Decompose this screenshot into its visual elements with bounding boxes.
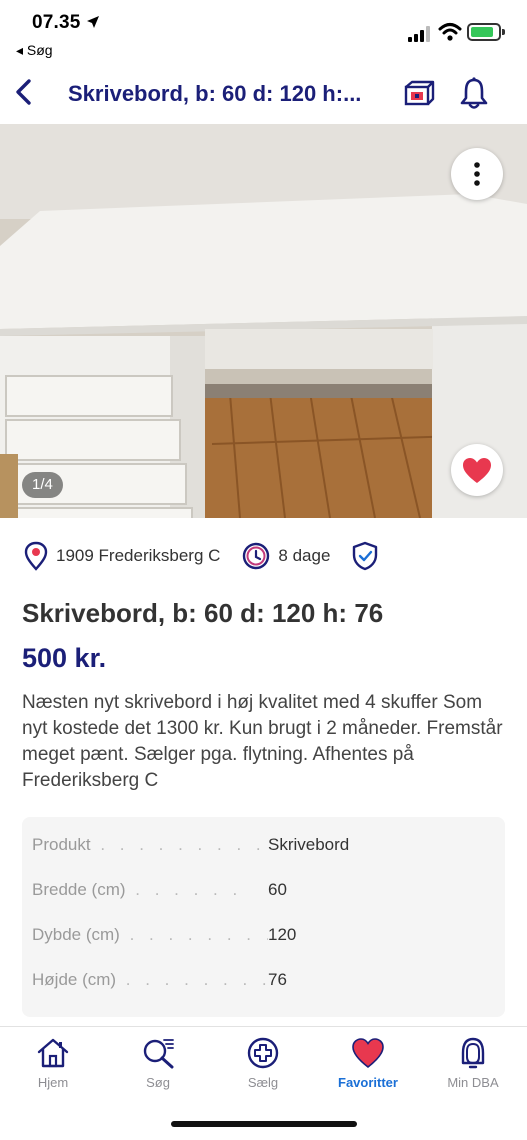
age-info: 8 dage bbox=[242, 542, 330, 570]
clock-icon bbox=[243, 542, 270, 570]
plus-circle-icon bbox=[247, 1037, 279, 1069]
product-image-gallery[interactable]: 1/4 bbox=[0, 124, 527, 518]
heart-icon bbox=[352, 1038, 384, 1069]
image-counter: 1/4 bbox=[22, 472, 63, 498]
page-title: Skrivebord, b: 60 d: 120 h:... bbox=[68, 81, 362, 106]
spec-label-wrap: Bredde (cm) . . . . . . bbox=[32, 880, 243, 899]
listing-price: 500 kr. bbox=[22, 643, 107, 673]
tab-label: Min DBA bbox=[447, 1075, 499, 1090]
spec-label: Bredde (cm) bbox=[32, 880, 126, 899]
spec-row: Bredde (cm) . . . . . . 60 bbox=[32, 880, 495, 925]
spec-label-wrap: Højde (cm) . . . . . . . . bbox=[32, 970, 268, 989]
shield-check-icon bbox=[353, 541, 378, 571]
more-vertical-icon bbox=[474, 162, 480, 186]
spec-row: Højde (cm) . . . . . . . . 76 bbox=[32, 970, 495, 1015]
tab-favoritter[interactable]: Favoritter bbox=[323, 1037, 413, 1090]
search-icon bbox=[143, 1039, 174, 1069]
tab-label: Søg bbox=[146, 1075, 170, 1090]
tab-label: Favoritter bbox=[338, 1075, 398, 1090]
home-indicator[interactable] bbox=[171, 1121, 357, 1127]
tab-saelg[interactable]: Sælg bbox=[218, 1037, 308, 1090]
spec-label: Produkt bbox=[32, 835, 91, 854]
listing-title: Skrivebord, b: 60 d: 120 h: 76 bbox=[22, 598, 384, 628]
verified-info[interactable] bbox=[352, 541, 386, 571]
location-text: 1909 Frederiksberg C bbox=[56, 546, 221, 565]
status-time-text: 07.35 bbox=[32, 12, 81, 33]
top-navigation-bar: Skrivebord, b: 60 d: 120 h:... bbox=[0, 62, 527, 124]
product-photo bbox=[0, 124, 527, 518]
location-arrow-icon bbox=[87, 16, 100, 28]
status-bar: 07.35 ◂ Søg bbox=[0, 0, 527, 62]
spec-value: 120 bbox=[268, 925, 297, 944]
listing-description: Næsten nyt skrivebord i høj kvalitet med… bbox=[22, 692, 503, 791]
heart-icon bbox=[463, 457, 491, 483]
location-info: 1909 Frederiksberg C bbox=[24, 541, 220, 571]
favorite-button[interactable] bbox=[451, 444, 503, 496]
listing-meta-row: 1909 Frederiksberg C 8 dage bbox=[24, 537, 504, 575]
specifications-table: Produkt . . . . . . . . . . Skrivebord B… bbox=[22, 817, 505, 1017]
spec-label-wrap: Produkt . . . . . . . . . . bbox=[32, 835, 268, 854]
spec-label: Højde (cm) bbox=[32, 970, 117, 989]
tab-hjem[interactable]: Hjem bbox=[8, 1037, 98, 1090]
tab-soeg[interactable]: Søg bbox=[113, 1037, 203, 1090]
profile-icon bbox=[461, 1037, 485, 1069]
spec-label-wrap: Dybde (cm) . . . . . . . . bbox=[32, 925, 268, 944]
location-pin-icon bbox=[24, 541, 48, 571]
age-text: 8 dage bbox=[278, 546, 331, 565]
home-icon bbox=[37, 1038, 69, 1068]
spec-row: Produkt . . . . . . . . . . Skrivebord bbox=[32, 835, 495, 880]
spec-label: Dybde (cm) bbox=[32, 925, 120, 944]
chevron-left-icon[interactable] bbox=[10, 76, 40, 108]
spec-row: Dybde (cm) . . . . . . . . 120 bbox=[32, 925, 495, 970]
tab-label: Hjem bbox=[37, 1075, 69, 1090]
tab-min-dba[interactable]: Min DBA bbox=[428, 1037, 518, 1090]
signal-icon bbox=[408, 26, 430, 42]
more-options-button[interactable] bbox=[451, 148, 503, 200]
spec-value: 60 bbox=[268, 880, 287, 899]
promote-icon[interactable] bbox=[403, 79, 435, 107]
battery-icon bbox=[467, 23, 505, 41]
bell-icon[interactable] bbox=[458, 76, 490, 110]
spec-value: 76 bbox=[268, 970, 287, 989]
back-to-app-link[interactable]: ◂ Søg bbox=[16, 42, 53, 59]
spec-value: Skrivebord bbox=[268, 835, 350, 854]
wifi-icon bbox=[438, 23, 462, 41]
status-time: 07.35 bbox=[32, 12, 100, 34]
tab-label: Sælg bbox=[247, 1075, 279, 1090]
